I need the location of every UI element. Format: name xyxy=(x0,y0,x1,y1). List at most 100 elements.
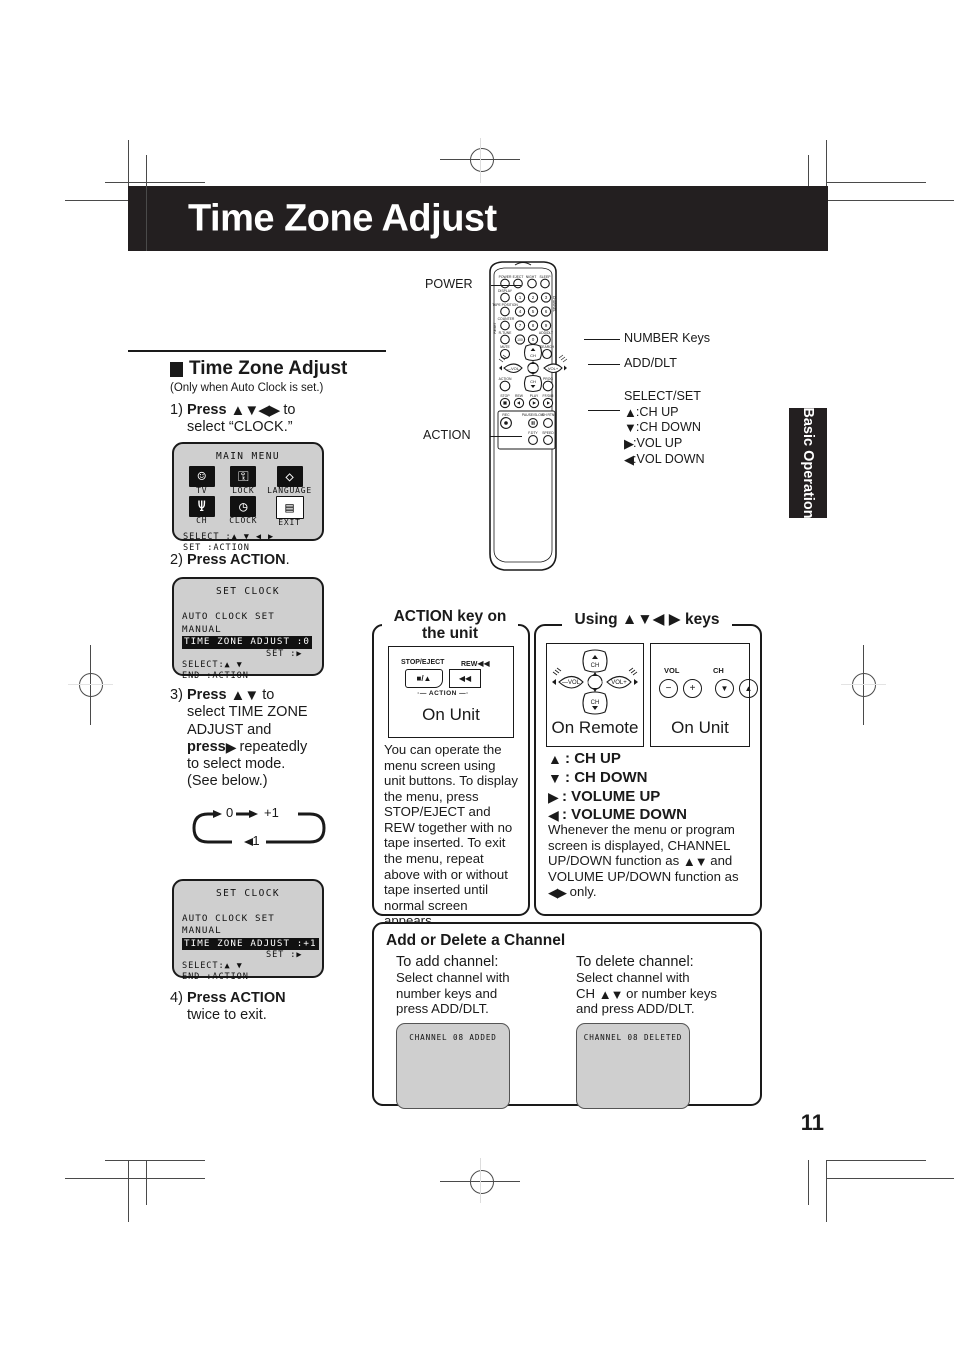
on-unit-keys-diagram: VOL CH − + ▼ ▲ On Unit xyxy=(650,643,758,747)
ch-down-button[interactable]: ▼ xyxy=(715,679,734,698)
crop-mark-br-h xyxy=(826,1160,926,1161)
menu-item-clock[interactable]: ◷ CLOCK xyxy=(226,496,262,527)
action-panel-body: You can operate the menu screen using un… xyxy=(384,742,518,929)
menu-item-tv[interactable]: ☺ TV xyxy=(184,466,220,495)
crop-mark-bl-v2 xyxy=(146,1160,147,1205)
remote-keypad-svg: .dk{fill:#fff;stroke:#1a1a1a;stroke-widt… xyxy=(552,649,638,715)
cycle-value-plus1: +1 xyxy=(264,804,279,820)
osd-channel-added: CHANNEL 08 ADDED xyxy=(396,1022,510,1109)
svg-text:ADD/DLT: ADD/DLT xyxy=(539,331,553,335)
svg-text:NIGHT: NIGHT xyxy=(526,275,537,279)
osd-set-clock-2-line1[interactable]: AUTO CLOCK SET xyxy=(182,913,322,925)
svg-text:POWER: POWER xyxy=(499,275,512,279)
osd-set-clock-2-highlight[interactable]: TIME ZONE ADJUST :+1 xyxy=(182,937,319,951)
svg-text:STOP: STOP xyxy=(500,394,510,398)
svg-text:F.DTY: F.DTY xyxy=(528,431,538,435)
osd-set-clock-1-highlight[interactable]: TIME ZONE ADJUST :0 xyxy=(182,636,312,649)
section-note: (Only when Auto Clock is set.) xyxy=(170,382,324,394)
step-4: 4) Press ACTION twice to exit. xyxy=(170,989,286,1024)
unit-vol-label: VOL xyxy=(664,666,680,675)
callout-ch-up: ▲:CH UP xyxy=(624,404,679,420)
reg-mark-top xyxy=(440,138,520,183)
stop-eject-label: STOP/EJECT xyxy=(401,659,445,666)
osd-set-clock-2-select: SELECT:▲ ▼ xyxy=(182,961,243,972)
action-bracket-label: ·— ACTION —· xyxy=(417,690,469,697)
using-keys-caption: Using ▲▼◀ ▶ keys xyxy=(562,610,732,629)
osd-main-menu-title: MAIN MENU xyxy=(215,451,281,463)
up-down-arrow-icon: ▲▼ xyxy=(230,687,260,705)
svg-text:PLAY: PLAY xyxy=(530,394,539,398)
side-tab-label: Basic Operation xyxy=(800,407,816,519)
title-bar-rule xyxy=(146,186,147,251)
up-arrow-icon: ▲ xyxy=(548,751,562,767)
osd-main-menu-set: SET :ACTION xyxy=(183,543,250,554)
add-channel-block: To add channel: Select channel with numb… xyxy=(396,954,564,1109)
svg-text:VOL+: VOL+ xyxy=(548,366,559,371)
reg-mark-bottom xyxy=(440,1158,520,1203)
page-title-bar: Time Zone Adjust xyxy=(128,186,828,251)
menu-item-exit[interactable]: ▤ EXIT xyxy=(267,496,312,527)
osd-set-clock-2-line2[interactable]: MANUAL xyxy=(182,925,322,937)
svg-text:TAPE POSITION: TAPE POSITION xyxy=(492,303,518,307)
up-arrow-icon: ▲ xyxy=(624,404,637,420)
svg-text:RESET: RESET xyxy=(493,322,497,333)
legend-ch-up: ▲ : CH UP xyxy=(548,750,621,767)
menu-item-lock[interactable]: ⚿ LOCK xyxy=(226,466,262,495)
add-delete-channel-panel: Add or Delete a Channel To add channel: … xyxy=(372,922,762,1109)
callout-number-keys: NUMBER Keys xyxy=(624,331,711,345)
vol-minus-button[interactable]: − xyxy=(659,679,678,698)
svg-text:9: 9 xyxy=(545,323,548,328)
lock-icon: ⚿ xyxy=(230,466,257,488)
callout-select-set: SELECT/SET ▲:CH UP ▼:CH DOWN ▶:VOL UP ◀:… xyxy=(624,389,705,468)
menu-item-ch[interactable]: Ψ CH xyxy=(184,496,220,527)
left-arrow-icon: ◀ xyxy=(548,807,559,824)
osd-main-menu: MAIN MENU ☺ TV ⚿ LOCK ◇ LANGUAGE Ψ CH ◷ … xyxy=(172,442,324,553)
svg-text:CH: CH xyxy=(591,700,600,706)
svg-text:SLEEP: SLEEP xyxy=(540,275,552,279)
side-tab-basic-operation: Basic Operation xyxy=(789,407,827,519)
osd-set-clock-2-end: END :ACTION xyxy=(182,972,249,983)
on-unit-label: On Unit xyxy=(422,705,480,724)
crop-mark-tl-h xyxy=(105,182,205,183)
reg-mark-left xyxy=(68,645,113,725)
ch-up-button[interactable]: ▲ xyxy=(739,679,758,698)
osd-channel-deleted: CHANNEL 08 DELETED xyxy=(576,1022,690,1109)
crop-mark-bl-h xyxy=(105,1160,205,1161)
mode-cycle-diagram: 0 +1 -1 xyxy=(188,802,338,867)
osd-set-clock-2: SET CLOCK AUTO CLOCK SET MANUAL TIME ZON… xyxy=(172,878,324,982)
legend-ch-down: ▼ : CH DOWN xyxy=(548,768,648,786)
callout-action: ACTION xyxy=(423,428,471,442)
svg-text:SELECT: SELECT xyxy=(587,680,603,685)
svg-text:4: 4 xyxy=(519,309,522,314)
svg-text:CH: CH xyxy=(530,353,536,358)
tv-icon: ☺ xyxy=(188,466,215,488)
callout-vol-down: ◀:VOL DOWN xyxy=(624,451,705,467)
svg-text:100: 100 xyxy=(517,338,523,342)
arrow-cluster-icon: ▲▼◀▶ xyxy=(230,402,281,419)
stop-eject-button[interactable]: ■/▲ xyxy=(405,669,443,688)
cycle-svg xyxy=(192,809,326,846)
osd-set-clock-1-end: END :ACTION xyxy=(182,670,249,681)
rew-button[interactable]: ◀◀ xyxy=(449,669,481,688)
svg-text:—VOL: —VOL xyxy=(562,680,581,686)
add-delete-heading: Add or Delete a Channel xyxy=(386,932,566,949)
svg-text:0: 0 xyxy=(532,337,535,342)
vol-plus-button[interactable]: + xyxy=(683,679,702,698)
crop-mark-br-v xyxy=(826,1160,827,1222)
delete-channel-body: Select channel with CH ▲▼ or number keys… xyxy=(576,970,718,1017)
on-unit-keys-label: On Unit xyxy=(671,718,729,737)
add-channel-body: Select channel with number keys and pres… xyxy=(396,970,510,1017)
menu-item-language[interactable]: ◇ LANGUAGE xyxy=(267,466,312,495)
callout-add-dlt: ADD/DLT xyxy=(624,356,677,370)
down-arrow-icon: ▼ xyxy=(624,420,637,436)
osd-set-clock-1-line2[interactable]: MANUAL xyxy=(182,624,322,636)
osd-set-clock-1-line1[interactable]: AUTO CLOCK SET xyxy=(182,611,322,623)
leader-add-dlt xyxy=(588,364,620,366)
svg-text:7: 7 xyxy=(519,323,522,328)
crop-mark-bl-v xyxy=(128,1160,129,1222)
right-arrow-icon: ▶ xyxy=(624,436,634,452)
left-arrow-icon: ◀ xyxy=(624,451,634,467)
on-remote-label: On Remote xyxy=(551,718,639,737)
language-icon: ◇ xyxy=(276,466,303,488)
left-instruction-column: Time Zone Adjust (Only when Auto Clock i… xyxy=(170,350,395,1030)
